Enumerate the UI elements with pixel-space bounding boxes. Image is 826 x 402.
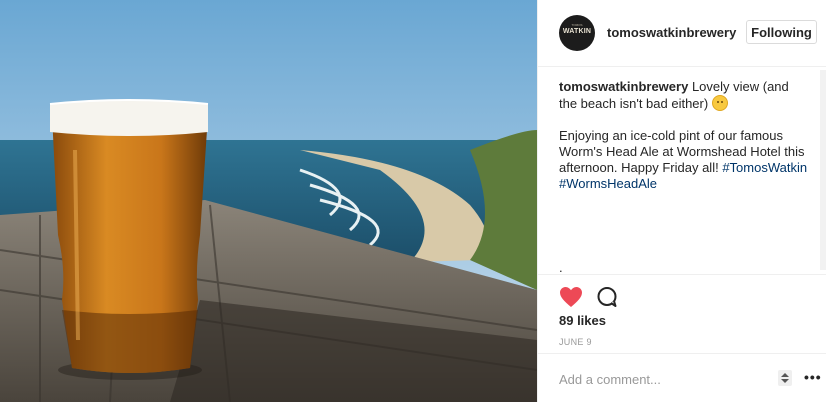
comment-input[interactable]	[559, 370, 759, 388]
action-bar	[538, 274, 826, 315]
hashtag-tomoswatkin[interactable]: #TomosWatkin	[722, 160, 807, 175]
comment-icon[interactable]	[596, 286, 618, 308]
stepper-icon[interactable]	[778, 370, 792, 386]
username-link[interactable]: tomoswatkinbrewery	[607, 25, 736, 40]
likes-count[interactable]: 89 likes	[559, 313, 606, 328]
hashtag-wormsheadale[interactable]: #WormsHeadAle	[559, 176, 657, 191]
instagram-post: TOMOS WATKIN tomoswatkinbrewery Followin…	[0, 0, 826, 402]
caption-paragraph-2: Enjoying an ice-cold pint of our famous …	[559, 128, 809, 192]
beer-on-coast-image	[0, 0, 537, 402]
caption-scrollbar[interactable]	[820, 70, 826, 270]
heart-icon[interactable]	[559, 286, 583, 308]
caption-username-link[interactable]: tomoswatkinbrewery	[559, 79, 688, 94]
smiley-emoji-icon	[711, 95, 728, 111]
post-sidebar: TOMOS WATKIN tomoswatkinbrewery Followin…	[537, 0, 826, 402]
more-icon[interactable]: •••	[804, 370, 822, 384]
following-button[interactable]: Following	[746, 20, 817, 44]
avatar[interactable]: TOMOS WATKIN	[559, 15, 595, 51]
caption-trailing-dot: .	[559, 260, 563, 275]
post-header: TOMOS WATKIN tomoswatkinbrewery Followin…	[538, 0, 826, 67]
caption-line-1: tomoswatkinbrewery Lovely view (and the …	[559, 79, 809, 112]
comment-bar: •••	[538, 353, 826, 402]
avatar-text: WATKIN	[562, 28, 592, 35]
avatar-small-text: TOMOS	[571, 23, 583, 27]
post-photo[interactable]	[0, 0, 537, 402]
post-date[interactable]: JUNE 9	[559, 337, 592, 347]
post-caption: tomoswatkinbrewery Lovely view (and the …	[559, 79, 809, 192]
